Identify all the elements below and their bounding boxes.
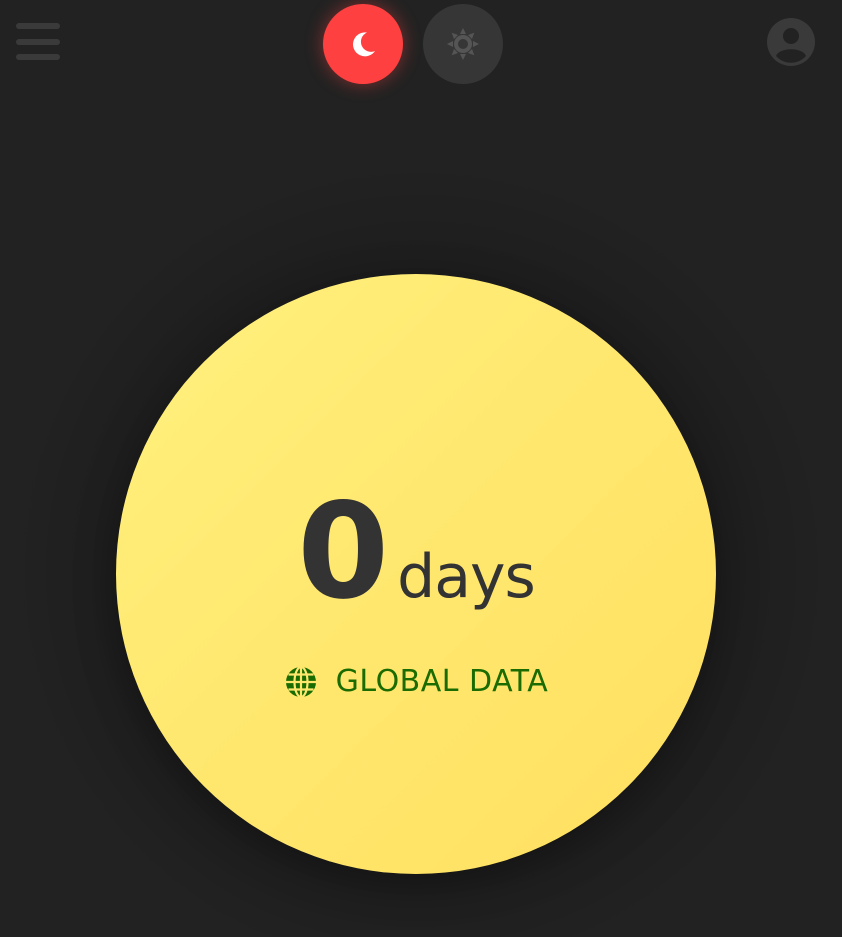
account-button[interactable] xyxy=(766,17,816,67)
data-scope-selector[interactable]: GLOBAL DATA xyxy=(116,662,716,702)
app-screen: 0 days GLOBAL DATA xyxy=(0,0,842,937)
user-account-icon xyxy=(767,18,815,66)
hamburger-menu-icon xyxy=(16,23,60,29)
moon-icon xyxy=(353,32,375,57)
hamburger-menu-bar xyxy=(16,39,60,45)
count-display: 0 days xyxy=(116,486,716,618)
night-mode-button[interactable] xyxy=(323,4,403,84)
data-scope-label: GLOBAL DATA xyxy=(335,664,549,699)
days-unit-label: days xyxy=(397,542,536,612)
menu-button[interactable] xyxy=(16,23,60,61)
days-count: 0 xyxy=(297,475,389,629)
day-mode-button[interactable] xyxy=(423,4,503,84)
days-counter-circle: 0 days GLOBAL DATA xyxy=(116,274,716,874)
globe-icon xyxy=(285,665,316,699)
sun-icon xyxy=(447,28,479,60)
hamburger-menu-bar xyxy=(16,54,60,60)
